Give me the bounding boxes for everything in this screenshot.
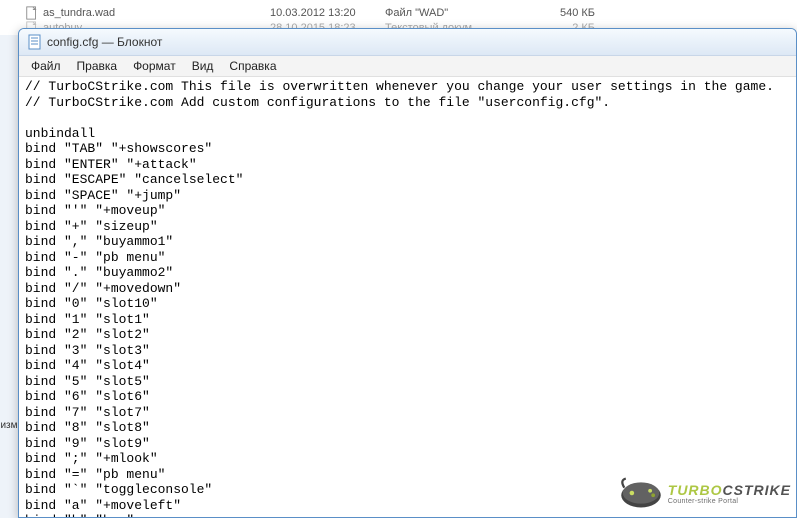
left-panel-strip bbox=[0, 35, 18, 518]
menu-edit[interactable]: Правка bbox=[69, 57, 126, 75]
menu-file[interactable]: Файл bbox=[23, 57, 69, 75]
file-row[interactable]: as_tundra.wad 10.03.2012 13:20 Файл "WAD… bbox=[0, 5, 797, 20]
notepad-window: config.cfg — Блокнот Файл Правка Формат … bbox=[18, 28, 797, 518]
menu-format[interactable]: Формат bbox=[125, 57, 184, 75]
file-type: Файл "WAD" bbox=[385, 7, 515, 19]
notepad-icon bbox=[27, 34, 43, 50]
text-area[interactable]: // TurboCStrike.com This file is overwri… bbox=[19, 77, 796, 517]
file-size: 540 КБ bbox=[515, 7, 595, 19]
left-panel-label: изм bbox=[0, 420, 18, 431]
file-icon bbox=[25, 6, 39, 20]
file-name: as_tundra.wad bbox=[43, 7, 115, 19]
menu-view[interactable]: Вид bbox=[184, 57, 222, 75]
window-title: config.cfg — Блокнот bbox=[47, 35, 162, 49]
titlebar[interactable]: config.cfg — Блокнот bbox=[19, 29, 796, 56]
file-date: 10.03.2012 13:20 bbox=[270, 7, 385, 19]
menubar: Файл Правка Формат Вид Справка bbox=[19, 56, 796, 77]
menu-help[interactable]: Справка bbox=[221, 57, 284, 75]
